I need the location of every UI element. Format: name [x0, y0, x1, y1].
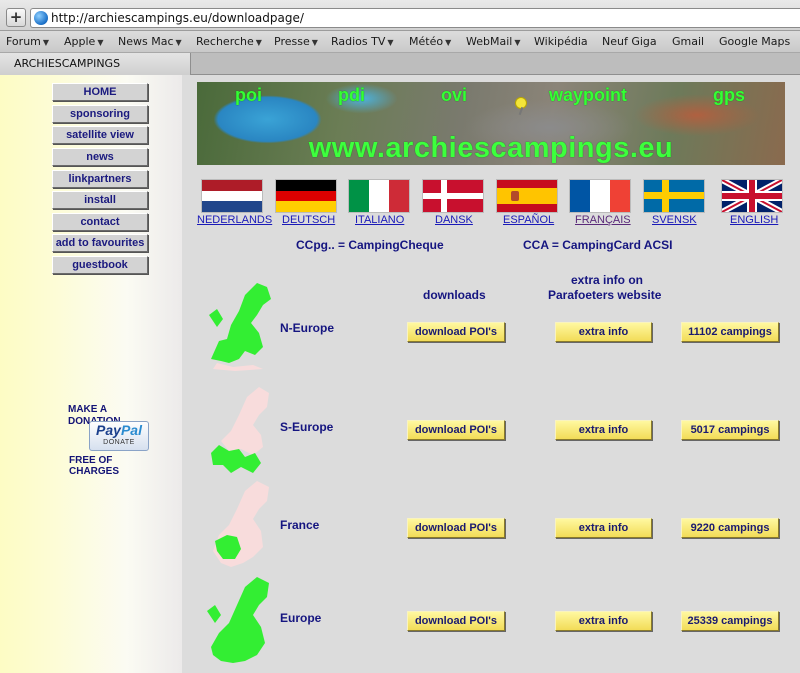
column-header-downloads: downloads: [423, 288, 486, 302]
chevron-down-icon: ▼: [97, 38, 104, 47]
tab-bar: ARCHIESCAMPINGS: [0, 53, 800, 75]
extra-info-button-n-europe[interactable]: extra info: [555, 322, 652, 342]
france-flag-icon[interactable]: [570, 180, 630, 212]
region-label-s-europe: S-Europe: [280, 420, 334, 434]
bookmark-meteo[interactable]: Météo ▼: [409, 35, 451, 50]
column-header-extra-2: Parafoeters website: [548, 288, 662, 302]
globe-icon: [34, 11, 48, 25]
netherlands-flag-icon[interactable]: [202, 180, 262, 212]
download-poi-button-s-europe[interactable]: download POI's: [407, 420, 505, 440]
sweden-flag-icon[interactable]: [644, 180, 704, 212]
language-link-francais[interactable]: FRANÇAIS: [575, 214, 631, 227]
site-banner: poi pdi ovi waypoint gps www.archiescamp…: [197, 82, 785, 165]
legend-ccpg: CCpg.. = CampingCheque: [296, 238, 444, 252]
bookmark-apple[interactable]: Apple ▼: [64, 35, 103, 50]
nav-install-button[interactable]: install: [52, 191, 148, 209]
region-label-n-europe: N-Europe: [280, 321, 334, 335]
banner-site-name: www.archiescampings.eu: [308, 132, 674, 164]
nav-linkpartners-button[interactable]: linkpartners: [52, 170, 148, 188]
nav-contact-button[interactable]: contact: [52, 213, 148, 231]
language-link-espanol[interactable]: ESPAÑOL: [503, 214, 554, 227]
banner-word-waypoint: waypoint: [549, 85, 628, 105]
extra-info-button-s-europe[interactable]: extra info: [555, 420, 652, 440]
nav-home-button[interactable]: HOME: [52, 83, 148, 101]
bookmark-recherche[interactable]: Recherche ▼: [196, 35, 262, 50]
chevron-down-icon: ▼: [387, 38, 394, 47]
paypal-donate-button[interactable]: PayPal DONATE: [89, 421, 149, 451]
donate-label: DONATE: [103, 439, 135, 446]
bookmark-presse[interactable]: Presse ▼: [274, 35, 318, 50]
language-link-nederlands[interactable]: NEDERLANDS: [197, 214, 272, 227]
nav-add-to-favourites-button[interactable]: add to favourites: [52, 234, 148, 252]
download-poi-button-n-europe[interactable]: download POI's: [407, 322, 505, 342]
france-map-icon: [213, 481, 269, 567]
bookmark-news-mac[interactable]: News Mac ▼: [118, 35, 182, 50]
nav-news-button[interactable]: news: [52, 148, 148, 166]
language-link-italiano[interactable]: ITALIANO: [355, 214, 404, 227]
s-europe-map-icon: [211, 387, 269, 473]
donation-text-4: CHARGES: [69, 466, 120, 477]
bookmark-google-maps[interactable]: Google Maps: [719, 35, 790, 49]
denmark-flag-icon[interactable]: [423, 180, 483, 212]
campings-count-france[interactable]: 9220 campings: [681, 518, 779, 538]
bookmarks-bar: Forum ▼ Apple ▼ News Mac ▼ Recherche ▼ Press…: [0, 31, 800, 53]
banner-word-gps: gps: [713, 85, 746, 105]
banner-word-pdi: pdi: [338, 85, 365, 105]
campings-count-europe[interactable]: 25339 campings: [681, 611, 779, 631]
bookmark-neuf-giga[interactable]: Neuf Giga: [602, 35, 657, 49]
donation-text-1: MAKE A: [68, 404, 108, 415]
chevron-down-icon: ▼: [311, 38, 318, 47]
language-link-dansk[interactable]: DANSK: [435, 214, 473, 227]
extra-info-button-france[interactable]: extra info: [555, 518, 652, 538]
spain-flag-icon[interactable]: [497, 180, 557, 212]
chevron-down-icon: ▼: [514, 38, 521, 47]
bookmark-forum[interactable]: Forum ▼: [6, 35, 49, 50]
nav-satellite-view-button[interactable]: satellite view: [52, 126, 148, 144]
paypal-logo: PayPal: [96, 422, 142, 438]
chevron-down-icon: ▼: [42, 38, 50, 47]
nav-sponsoring-button[interactable]: sponsoring: [52, 105, 148, 123]
region-label-europe: Europe: [280, 611, 322, 625]
chevron-down-icon: ▼: [175, 38, 182, 47]
europe-map-icon: [207, 577, 269, 663]
language-link-english[interactable]: ENGLISH: [730, 214, 778, 227]
campings-count-n-europe[interactable]: 11102 campings: [681, 322, 779, 342]
bookmark-radios-tv[interactable]: Radios TV ▼: [331, 35, 394, 50]
bookmark-gmail[interactable]: Gmail: [672, 35, 704, 49]
italy-flag-icon[interactable]: [349, 180, 409, 212]
nav-guestbook-button[interactable]: guestbook: [52, 256, 148, 274]
bookmark-webmail[interactable]: WebMail ▼: [466, 35, 520, 50]
legend-cca: CCA = CampingCard ACSI: [523, 238, 673, 252]
chevron-down-icon: ▼: [445, 38, 452, 47]
download-poi-button-europe[interactable]: download POI's: [407, 611, 505, 631]
web-page: HOME sponsoring satellite view news link…: [0, 75, 800, 673]
bookmark-wikipedia[interactable]: Wikipédia: [534, 35, 588, 49]
url-field[interactable]: http://archiescampings.eu/downloadpage/: [30, 8, 800, 28]
banner-word-ovi: ovi: [441, 85, 468, 105]
address-bar-area: + http://archiescampings.eu/downloadpage…: [0, 0, 800, 31]
new-tab-button[interactable]: +: [6, 8, 26, 27]
campings-count-s-europe[interactable]: 5017 campings: [681, 420, 779, 440]
region-label-france: France: [280, 518, 320, 532]
tab-archiescampings[interactable]: ARCHIESCAMPINGS: [0, 53, 191, 75]
language-link-deutsch[interactable]: DEUTSCH: [282, 214, 335, 227]
uk-flag-icon[interactable]: [722, 180, 782, 212]
chevron-down-icon: ▼: [255, 38, 262, 47]
language-link-svensk[interactable]: SVENSK: [652, 214, 697, 227]
extra-info-button-europe[interactable]: extra info: [555, 611, 652, 631]
n-europe-map-icon: [209, 283, 271, 371]
germany-flag-icon[interactable]: [276, 180, 336, 212]
column-header-extra-1: extra info on: [571, 273, 644, 287]
url-text: http://archiescampings.eu/downloadpage/: [51, 11, 304, 25]
banner-word-poi: poi: [235, 85, 262, 105]
download-poi-button-france[interactable]: download POI's: [407, 518, 505, 538]
